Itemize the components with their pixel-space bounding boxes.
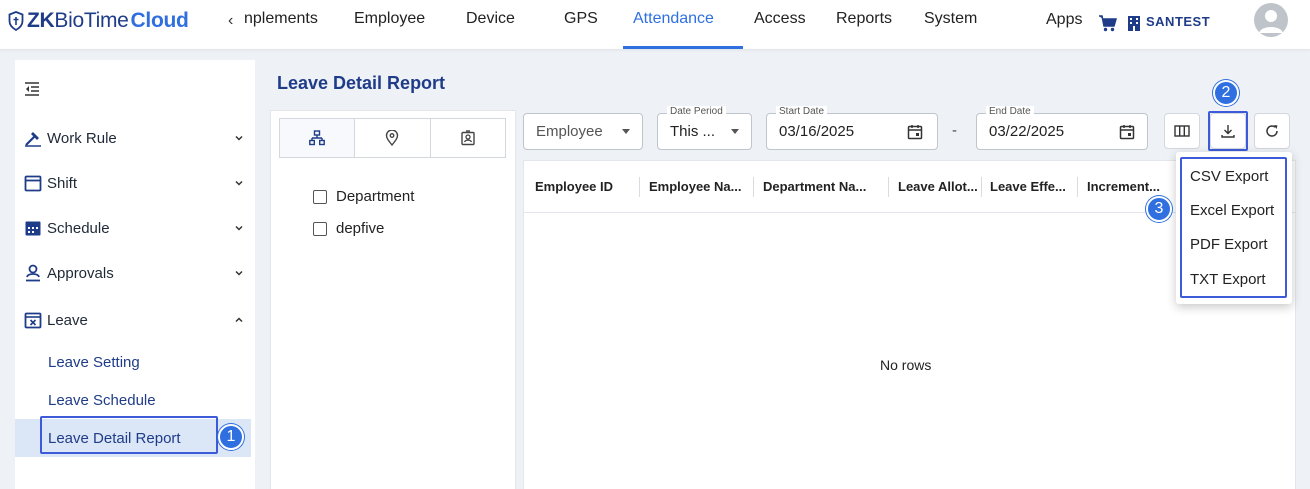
date-period-value: This ... [670, 123, 716, 140]
chevron-down-icon [235, 135, 243, 141]
tree-node-depfive[interactable]: depfive [313, 220, 384, 237]
collapse-sidebar-icon[interactable] [24, 81, 40, 97]
callout-badge: 2 [1213, 80, 1239, 106]
tree-node-label: depfive [336, 220, 385, 237]
empty-state-text: No rows [880, 357, 932, 373]
nav-item-employee[interactable]: Employee [354, 10, 425, 28]
columns-icon [1174, 125, 1190, 137]
sidebar-subitem-leave-setting[interactable]: Leave Setting [41, 347, 255, 377]
calendar-icon[interactable] [907, 124, 923, 140]
sidebar-item-label: Work Rule [47, 129, 117, 147]
badge-icon [461, 130, 475, 146]
highlight-box-export-menu [1180, 157, 1287, 298]
sidebar-item-label: Approvals [47, 264, 114, 282]
tab-badge[interactable] [431, 119, 505, 157]
tree-node-checkbox[interactable] [313, 221, 327, 236]
active-nav-indicator [623, 46, 743, 49]
nav-item-device[interactable]: Device [466, 10, 515, 28]
tab-location[interactable] [355, 119, 431, 157]
tree-tabs [279, 118, 506, 158]
leave-icon [24, 312, 42, 329]
tree-node-label: Department [336, 188, 415, 205]
column-separator[interactable] [1077, 177, 1078, 197]
sidebar-item-schedule[interactable]: Schedule [15, 208, 255, 248]
date-period-label: Date Period [667, 106, 726, 117]
callout-badge: 3 [1146, 196, 1172, 222]
logo-text-biotime: BioTime [54, 9, 129, 32]
logo-text-cloud: Cloud [130, 9, 189, 32]
chevron-down-icon [235, 225, 243, 231]
work-rule-icon [25, 132, 41, 147]
caret-down-icon [731, 129, 739, 134]
chevron-down-icon [235, 270, 243, 276]
tree-node-checkbox[interactable] [313, 189, 327, 204]
approvals-icon [26, 264, 40, 282]
nav-item-access[interactable]: Access [754, 10, 806, 28]
column-header-employee-name[interactable]: Employee Na... [649, 179, 741, 194]
app-logo[interactable]: ZK BioTime Cloud [8, 9, 189, 33]
user-avatar[interactable] [1254, 3, 1288, 37]
column-header-leave-allotment[interactable]: Leave Allot... [898, 179, 978, 194]
department-tree-icon [309, 130, 326, 146]
shield-icon [8, 11, 24, 31]
columns-button[interactable] [1164, 113, 1200, 149]
start-date-field[interactable]: Start Date 03/16/2025 [766, 106, 938, 150]
column-separator[interactable] [639, 177, 640, 197]
sidebar-item-label: Schedule [47, 219, 110, 237]
employee-filter-select[interactable]: Employee [523, 113, 643, 150]
column-header-leave-effective[interactable]: Leave Effe... [990, 179, 1066, 194]
end-date-value: 03/22/2025 [989, 123, 1065, 140]
column-separator[interactable] [981, 177, 982, 197]
nav-item-system[interactable]: System [924, 10, 977, 28]
logo-text-zk: ZK [27, 9, 55, 32]
refresh-icon [1266, 125, 1278, 137]
end-date-field[interactable]: End Date 03/22/2025 [976, 106, 1148, 150]
column-header-increment[interactable]: Increment... [1087, 179, 1160, 194]
highlight-box-download [1208, 111, 1248, 151]
department-tree-panel [270, 110, 516, 489]
start-date-value: 03/16/2025 [779, 123, 855, 140]
sidebar-item-label: Leave [47, 311, 88, 329]
nav-scroll-left-button[interactable]: ‹ [228, 12, 233, 30]
page-title: Leave Detail Report [277, 73, 446, 93]
column-separator[interactable] [888, 177, 889, 197]
highlight-box-leave-detail-report [40, 416, 218, 454]
sidebar-item-approvals[interactable]: Approvals [15, 253, 255, 293]
sidebar-subitem-leave-schedule[interactable]: Leave Schedule [41, 385, 255, 415]
company-name[interactable]: SANTEST [1146, 14, 1210, 29]
start-date-label: Start Date [776, 106, 828, 117]
cart-icon[interactable] [1098, 13, 1118, 33]
top-nav-bar: ZK BioTime Cloud ‹ nplements Employee Devi… [0, 0, 1310, 50]
sidebar-item-work-rule[interactable]: Work Rule [15, 118, 255, 158]
schedule-icon [25, 221, 41, 236]
sidebar-item-label: Shift [47, 174, 78, 192]
chevron-down-icon [235, 180, 243, 186]
tab-department-tree[interactable] [280, 119, 356, 157]
location-icon [386, 130, 399, 146]
end-date-label: End Date [986, 106, 1034, 117]
sidebar-item-shift[interactable]: Shift [15, 163, 255, 203]
date-range-separator: - [952, 122, 957, 139]
avatar-icon [1259, 10, 1283, 33]
building-icon [1128, 16, 1140, 31]
date-period-select[interactable]: Date Period This ... [657, 106, 752, 150]
nav-item-reports[interactable]: Reports [836, 10, 892, 28]
employee-filter-label: Employee [536, 123, 603, 140]
sidebar-item-leave[interactable]: Leave [15, 300, 255, 340]
nav-item-gps[interactable]: GPS [564, 10, 598, 28]
nav-item-attendance[interactable]: Attendance [633, 10, 714, 28]
nav-item-implements[interactable]: nplements [244, 10, 318, 28]
shift-icon [24, 175, 42, 192]
tree-node-department[interactable]: Department [313, 188, 414, 205]
column-header-department-name[interactable]: Department Na... [763, 179, 866, 194]
refresh-button[interactable] [1254, 113, 1290, 149]
calendar-icon[interactable] [1119, 124, 1135, 140]
callout-badge: 1 [218, 424, 244, 450]
column-separator[interactable] [753, 177, 754, 197]
chevron-up-icon [235, 317, 243, 323]
apps-link[interactable]: Apps [1046, 11, 1082, 29]
column-header-employee-id[interactable]: Employee ID [535, 179, 613, 194]
caret-down-icon [622, 129, 630, 134]
